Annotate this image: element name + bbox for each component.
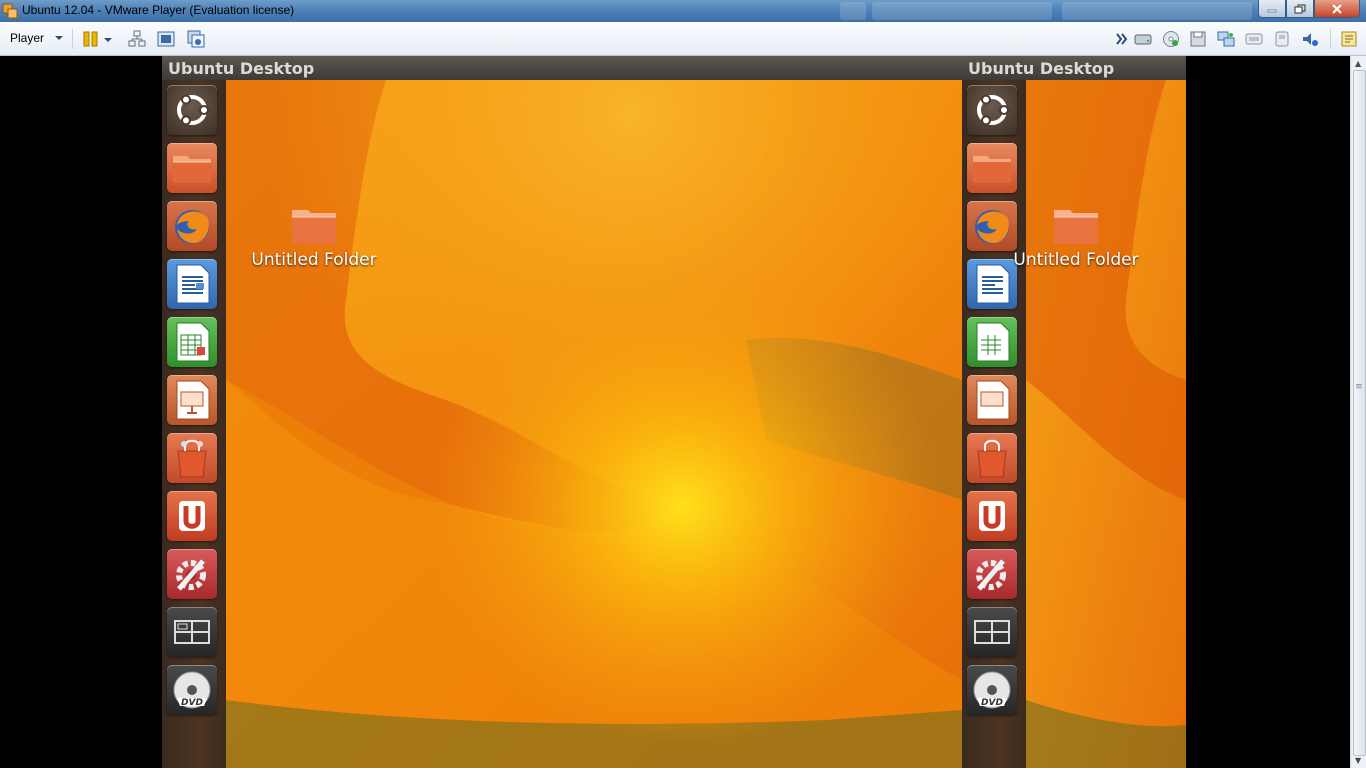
player-menu[interactable]: Player [4,28,72,48]
vertical-scrollbar[interactable]: ▲ ≡ ▼ [1350,56,1366,768]
titlebar-glass-reflection [1062,2,1252,20]
toolbar-separator [1330,29,1331,49]
launcher-dvd-drive[interactable]: DVD [967,665,1017,715]
network-adapter-icon[interactable] [1217,30,1235,48]
launcher-workspace-switcher[interactable] [967,607,1017,657]
calc-icon [976,322,1010,362]
folder-icon [1054,210,1098,244]
toolbar-separator [72,29,73,49]
scroll-down-arrow-icon[interactable]: ▼ [1355,756,1361,765]
scrollbar-thumb[interactable] [1353,70,1366,756]
window-titlebar[interactable]: Ubuntu 12.04 - VMware Player (Evaluation… [0,0,1366,22]
impress-icon [976,380,1010,420]
scrollbar-grip-icon: ≡ [1355,382,1363,392]
window-controls [1258,0,1360,18]
launcher-firefox[interactable] [167,201,217,251]
desktop-wallpaper[interactable]: Untitled Folder [1013,80,1186,768]
hard-disk-icon[interactable] [1134,30,1152,48]
minimize-button[interactable] [1258,0,1286,18]
wallpaper-image [226,80,962,768]
minimize-icon [1267,9,1277,12]
desktop-item-label: Untitled Folder [251,250,377,270]
titlebar-glass-reflection [840,2,866,20]
top-panel: Ubuntu Desktop [962,56,1186,80]
player-menu-label: Player [10,31,45,45]
launcher-ubuntu-software-center[interactable] [167,433,217,483]
launcher-home-folder[interactable] [967,143,1017,193]
launcher-libreoffice-impress[interactable] [167,375,217,425]
folder-icon [173,156,211,183]
window-title: Ubuntu 12.04 - VMware Player (Evaluation… [22,3,295,17]
unity-launcher: DVD [162,80,227,768]
folder-icon [973,156,1011,183]
ubuntu-logo-icon [177,94,209,126]
top-panel: Ubuntu Desktop [162,56,962,80]
shopping-bag-icon [177,439,207,478]
sound-icon[interactable] [1301,30,1319,48]
launcher-dash-home[interactable] [967,85,1017,135]
pause-icon[interactable] [82,30,100,48]
usb-icon[interactable] [1245,30,1263,48]
fullscreen-icon[interactable] [157,30,175,48]
launcher-libreoffice-calc[interactable] [167,317,217,367]
more-chevron-icon[interactable] [1115,30,1129,48]
ubuntu-one-icon [179,501,205,531]
vmware-toolbar: Player [0,22,1366,56]
vmware-app-icon [2,3,18,19]
panel-title: Ubuntu Desktop [168,59,315,78]
settings-wrench-icon [176,559,206,591]
panel-title: Ubuntu Desktop [968,59,1115,78]
dvd-icon: DVD [173,671,211,709]
chevron-down-icon [55,36,64,40]
launcher-ubuntu-software-center[interactable] [967,433,1017,483]
desktop-item-untitled-folder[interactable]: Untitled Folder [1006,206,1146,270]
workspaces-icon [974,620,1010,644]
workspaces-icon [174,620,210,644]
scroll-up-arrow-icon[interactable]: ▲ [1355,59,1361,68]
settings-wrench-icon [976,559,1006,591]
launcher-libreoffice-calc[interactable] [967,317,1017,367]
impress-icon [176,380,210,420]
network-icon[interactable] [128,30,146,48]
restore-icon [1294,4,1306,13]
floppy-icon[interactable] [1189,30,1207,48]
svg-text:DVD: DVD [981,698,1003,708]
writer-icon [176,264,210,304]
launcher-system-settings[interactable] [167,549,217,599]
launcher-libreoffice-writer[interactable] [167,259,217,309]
calc-icon [176,322,210,362]
titlebar-glass-reflection [872,2,1052,20]
maximize-button[interactable] [1286,0,1314,18]
firefox-icon [175,210,209,244]
close-icon [1332,3,1342,14]
desktop-wallpaper[interactable]: Untitled Folder [226,80,962,768]
launcher-dvd-drive[interactable]: DVD [167,665,217,715]
dvd-icon: DVD [973,671,1011,709]
wallpaper-image [1026,80,1186,768]
launcher-ubuntu-one[interactable] [167,491,217,541]
launcher-system-settings[interactable] [967,549,1017,599]
guest-screen-clone[interactable]: Ubuntu Desktop DVD Untitled Folder [962,56,1186,768]
folder-icon [292,210,336,244]
launcher-dash-home[interactable] [167,85,217,135]
desktop-item-untitled-folder[interactable]: Untitled Folder [244,206,384,270]
printer-icon[interactable] [1273,30,1291,48]
launcher-home-folder[interactable] [167,143,217,193]
ubuntu-logo-icon [977,94,1009,126]
chevron-down-icon[interactable] [102,30,114,48]
close-button[interactable] [1314,0,1360,18]
cd-icon[interactable] [1162,30,1180,48]
unity-mode-icon[interactable] [187,30,205,48]
launcher-ubuntu-one[interactable] [967,491,1017,541]
desktop-item-label: Untitled Folder [1013,250,1139,270]
svg-text:DVD: DVD [181,698,203,708]
message-log-icon[interactable] [1340,30,1358,48]
launcher-libreoffice-impress[interactable] [967,375,1017,425]
ubuntu-one-icon [979,501,1005,531]
guest-screen-main[interactable]: Ubuntu Desktop DVD Untitled Folder [162,56,962,768]
unity-launcher: DVD [962,80,1027,768]
launcher-workspace-switcher[interactable] [167,607,217,657]
shopping-bag-icon [977,439,1007,478]
